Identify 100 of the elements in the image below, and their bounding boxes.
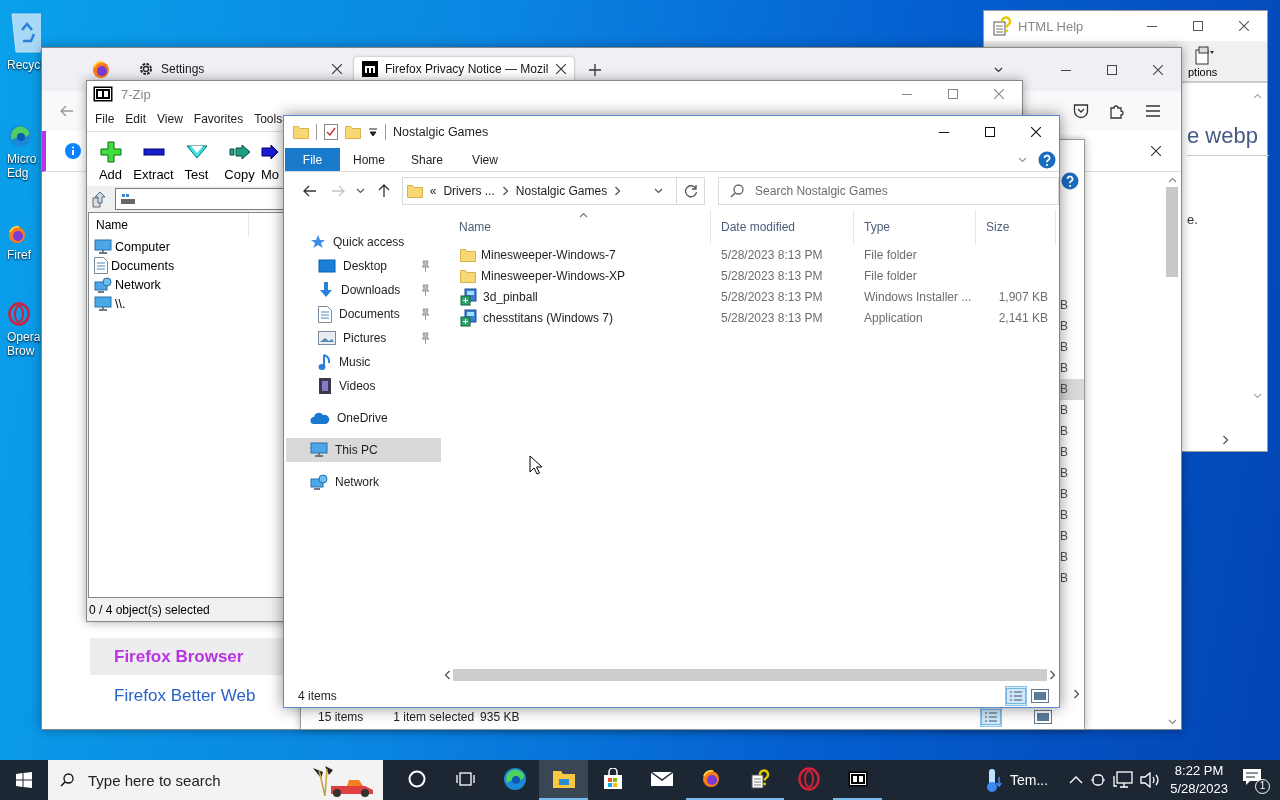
- show-hidden-icons-icon[interactable]: [1069, 776, 1084, 784]
- options-button[interactable]: ptions: [1188, 46, 1218, 81]
- column-header[interactable]: Name: [89, 213, 249, 237]
- toolbar-button[interactable]: Extract: [132, 141, 175, 182]
- ribbon-tab[interactable]: File: [285, 148, 340, 171]
- refresh-icon[interactable]: [683, 184, 698, 198]
- weather-label[interactable]: Tem...: [1010, 772, 1049, 788]
- dropdown-icon[interactable]: [654, 188, 664, 194]
- scrollbar-thumb[interactable]: [453, 669, 1047, 681]
- column-header[interactable]: Type: [854, 210, 976, 244]
- table-cell-text: B: [1060, 486, 1069, 503]
- new-tab-icon[interactable]: [588, 62, 602, 77]
- browser-icon[interactable]: [8, 226, 26, 244]
- taskbar-button[interactable]: [539, 760, 588, 800]
- file-name[interactable]: Minesweeper-Windows-7: [481, 247, 616, 262]
- meet-icon[interactable]: [1090, 771, 1107, 789]
- nav-item[interactable]: Downloads: [294, 278, 441, 302]
- nav-item[interactable]: Pictures: [294, 326, 441, 350]
- nav-item[interactable]: Desktop: [294, 254, 441, 278]
- maximize-icon[interactable]: [1107, 64, 1117, 75]
- mail-icon: [649, 771, 674, 787]
- nav-item[interactable]: OneDrive: [286, 406, 441, 430]
- menu-item[interactable]: Edit: [125, 112, 147, 126]
- help-icon[interactable]: [1038, 150, 1056, 169]
- chevron-right-icon[interactable]: [614, 186, 622, 196]
- close-icon[interactable]: [1239, 21, 1249, 31]
- scroll-right-icon[interactable]: [1073, 689, 1080, 699]
- scroll-up-icon[interactable]: [1167, 177, 1177, 183]
- customize-icon[interactable]: [368, 127, 378, 137]
- expand-ribbon-icon[interactable]: [1018, 156, 1027, 163]
- browser-tab[interactable]: Firefox Privacy Notice — Mozil: [354, 57, 574, 81]
- thermometer-icon[interactable]: [985, 767, 1004, 793]
- scrollbar-thumb[interactable]: [1166, 187, 1178, 277]
- maximize-icon[interactable]: [1193, 21, 1203, 31]
- up-icon[interactable]: [377, 184, 390, 198]
- network-icon[interactable]: [1113, 771, 1134, 789]
- nav-item[interactable]: Documents: [294, 302, 441, 326]
- list-item[interactable]: \\.: [115, 296, 126, 311]
- notifications-button[interactable]: 1: [1242, 766, 1270, 794]
- extensions-icon[interactable]: [1109, 103, 1125, 119]
- nav-item[interactable]: Network: [286, 470, 441, 494]
- maximize-icon[interactable]: [985, 127, 995, 137]
- menu-item[interactable]: Favorites: [193, 112, 244, 126]
- scroll-down-icon[interactable]: [1167, 719, 1177, 725]
- scroll-right-icon[interactable]: [1049, 670, 1056, 680]
- toolbar-button[interactable]: Test: [175, 141, 218, 182]
- sidebar-link[interactable]: Firefox Browser: [90, 638, 284, 675]
- chevron-down-icon[interactable]: [994, 66, 1003, 73]
- close-icon[interactable]: [556, 64, 566, 74]
- back-icon[interactable]: [302, 185, 317, 197]
- list-item[interactable]: Computer: [115, 239, 170, 254]
- overflow-mark[interactable]: «: [429, 184, 437, 198]
- nav-item[interactable]: Videos: [294, 374, 441, 398]
- file-name[interactable]: chesstitans (Windows 7): [483, 310, 614, 325]
- column-header[interactable]: Size: [976, 210, 1056, 244]
- details-view-button[interactable]: [980, 706, 1002, 727]
- table-cell-text: B: [1060, 444, 1069, 461]
- file-name[interactable]: 3d_pinball: [483, 289, 538, 304]
- search-field[interactable]: Type here to search: [48, 760, 383, 800]
- ribbon-tab[interactable]: Share: [398, 148, 456, 171]
- file-name[interactable]: Minesweeper-Windows-XP: [481, 268, 626, 283]
- menu-item[interactable]: Tools: [254, 112, 283, 126]
- close-icon[interactable]: [1153, 64, 1163, 75]
- close-icon[interactable]: [1031, 127, 1041, 137]
- pocket-icon[interactable]: [1073, 103, 1089, 119]
- column-header[interactable]: Date modified: [711, 210, 854, 244]
- recent-locations-icon[interactable]: [356, 188, 366, 194]
- address-bar[interactable]: « Drivers ... Nostalgic Games: [401, 177, 678, 205]
- nav-item[interactable]: Quick access: [286, 230, 441, 254]
- menu-item[interactable]: View: [157, 112, 183, 126]
- properties-icon[interactable]: [324, 124, 338, 140]
- nav-item[interactable]: Music: [294, 350, 441, 374]
- search-field[interactable]: Search Nostalgic Games: [718, 177, 1060, 205]
- menu-icon[interactable]: [1145, 104, 1161, 118]
- details-view-button[interactable]: [1005, 685, 1027, 706]
- ribbon-tab[interactable]: Home: [340, 148, 398, 171]
- clock[interactable]: 8:22 PM 5/28/2023: [1170, 762, 1228, 798]
- close-icon[interactable]: [332, 64, 342, 74]
- list-item[interactable]: Network: [115, 277, 161, 292]
- toolbar-button[interactable]: Add: [89, 141, 132, 182]
- chevron-right-icon[interactable]: [501, 186, 509, 196]
- browser-icon[interactable]: [8, 124, 32, 148]
- nav-item[interactable]: This PC: [286, 438, 441, 462]
- menu-item[interactable]: File: [95, 112, 115, 126]
- breadcrumb[interactable]: Nostalgic Games: [515, 184, 608, 198]
- scroll-left-icon[interactable]: [444, 670, 451, 680]
- list-item[interactable]: Documents: [111, 258, 175, 273]
- column-header[interactable]: Name: [449, 210, 711, 244]
- selection-size: 935 KB: [480, 709, 520, 724]
- breadcrumb[interactable]: Drivers ...: [443, 184, 495, 198]
- toolbar-button[interactable]: Copy: [218, 141, 261, 182]
- ribbon-tab[interactable]: View: [456, 148, 514, 171]
- browser-icon[interactable]: [92, 60, 110, 79]
- toolbar-button[interactable]: Mo: [261, 141, 283, 182]
- volume-icon[interactable]: [1140, 772, 1161, 788]
- close-icon[interactable]: [1151, 146, 1161, 156]
- browser-tab[interactable]: Settings: [130, 57, 350, 81]
- scroll-right-icon[interactable]: [1222, 435, 1229, 445]
- help-icon[interactable]: [1061, 172, 1079, 190]
- sidebar-link[interactable]: Firefox Better Web: [90, 677, 284, 714]
